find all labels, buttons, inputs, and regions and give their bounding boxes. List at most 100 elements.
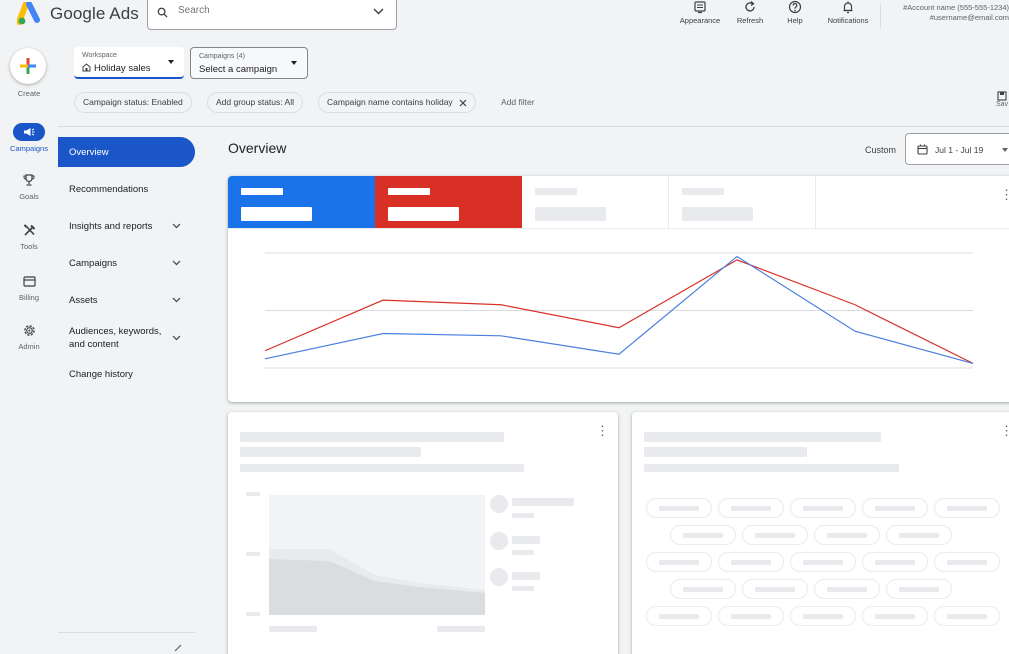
- chart-series-line-2: [264, 255, 974, 364]
- account-name: #Account name (555-555-1234): [903, 3, 1009, 12]
- skeleton-legend-dot: [490, 532, 508, 550]
- collapse-icon[interactable]: [173, 642, 183, 652]
- nav-label-overview: Overview: [69, 146, 109, 158]
- more-options-icon[interactable]: ⋮: [1000, 188, 1009, 201]
- nav-item-audiences[interactable]: Audiences, keywords, and content: [58, 321, 195, 355]
- refresh-icon: [745, 1, 755, 12]
- performance-line-chart: [264, 252, 974, 369]
- help-icon: [788, 0, 802, 14]
- rail-item-billing[interactable]: Billing: [0, 272, 58, 302]
- workspace-caption: Workspace: [82, 52, 117, 59]
- left-rail: Create Campaigns Goals Tools Billing Adm…: [0, 36, 58, 654]
- skeleton-legend-value: [512, 586, 534, 591]
- skeleton-pill: [646, 552, 712, 572]
- filter-chip-name[interactable]: Campaign name contains holiday: [318, 92, 476, 113]
- skeleton-pill: [862, 606, 928, 626]
- tools-icon: [23, 223, 35, 236]
- more-options-icon[interactable]: ⋮: [596, 424, 609, 437]
- skeleton-pill: [670, 579, 736, 599]
- more-options-icon[interactable]: ⋮: [1000, 424, 1009, 437]
- skeleton-line: [644, 464, 899, 472]
- skeleton-legend-dot: [490, 568, 508, 586]
- calendar-icon: [917, 144, 928, 155]
- keywords-placeholder-card: ⋮: [632, 412, 1009, 654]
- date-range-value: Jul 1 - Jul 19: [935, 145, 984, 155]
- skeleton-tick: [246, 612, 260, 616]
- notifications-label: Notifications: [827, 16, 869, 25]
- search-input[interactable]: [178, 5, 358, 16]
- megaphone-icon: [24, 128, 35, 136]
- chevron-down-icon: [172, 223, 181, 229]
- rail-item-tools[interactable]: Tools: [0, 221, 58, 251]
- skeleton-pill: [862, 552, 928, 572]
- nav-label-audiences-2: and content: [69, 339, 119, 350]
- skeleton-legend-dot: [490, 495, 508, 513]
- metric-tile-4-value-placeholder: [682, 207, 753, 221]
- account-divider: [880, 4, 881, 28]
- skeleton-area-chart: [269, 495, 485, 615]
- skeleton-pill: [670, 525, 736, 545]
- metric-tile-1[interactable]: [228, 176, 375, 228]
- refresh-button[interactable]: Refresh: [732, 0, 768, 34]
- filter-chip-status[interactable]: Campaign status: Enabled: [74, 92, 192, 113]
- nav-item-assets[interactable]: Assets: [58, 285, 195, 315]
- skeleton-pill: [790, 552, 856, 572]
- skeleton-subtitle: [240, 447, 421, 457]
- save-label: Sav: [996, 101, 1009, 108]
- skeleton-pill: [814, 579, 880, 599]
- skeleton-pill: [790, 606, 856, 626]
- skeleton-title: [240, 432, 504, 442]
- chevron-down-icon: [172, 297, 181, 303]
- metric-tile-1-placeholder: [241, 188, 283, 195]
- nav-item-recommendations[interactable]: Recommendations: [58, 174, 195, 204]
- billing-icon: [22, 275, 36, 287]
- refresh-label: Refresh: [736, 16, 764, 25]
- skeleton-pill: [742, 525, 808, 545]
- metric-tile-3[interactable]: [522, 176, 669, 228]
- bell-icon: [843, 1, 853, 14]
- skeleton-legend-value: [512, 550, 534, 555]
- nav-item-change-history[interactable]: Change history: [58, 359, 195, 389]
- save-button[interactable]: Sav: [996, 91, 1008, 108]
- add-filter-button[interactable]: Add filter: [501, 97, 535, 107]
- nav-item-insights[interactable]: Insights and reports: [58, 211, 195, 241]
- rail-item-admin[interactable]: Admin: [0, 321, 58, 351]
- close-icon[interactable]: [459, 99, 467, 107]
- nav-label-insights: Insights and reports: [69, 220, 153, 232]
- appearance-button[interactable]: Appearance: [676, 0, 724, 34]
- skeleton-pill: [718, 552, 784, 572]
- page-nav: Overview Recommendations Insights and re…: [58, 127, 208, 654]
- filter-chip-name-label: Campaign name contains holiday: [327, 97, 453, 107]
- workspace-selector[interactable]: Workspace Holiday sales: [74, 47, 184, 79]
- skeleton-pill: [886, 525, 952, 545]
- skeleton-tick: [246, 552, 260, 556]
- account-switcher[interactable]: #Account name (555-555-1234) #username@e…: [903, 3, 1009, 23]
- google-ads-logo-icon[interactable]: [17, 2, 43, 26]
- nav-item-overview[interactable]: Overview: [58, 137, 195, 167]
- skeleton-axis: [269, 626, 317, 632]
- metric-tile-3-value-placeholder: [535, 207, 606, 221]
- rail-item-campaigns[interactable]: Campaigns: [0, 123, 58, 153]
- campaigns-caption: Campaigns (4): [199, 53, 245, 60]
- appearance-icon: [694, 1, 706, 14]
- date-range-picker[interactable]: Jul 1 - Jul 19: [905, 133, 1009, 165]
- metric-tile-2[interactable]: [375, 176, 522, 228]
- metric-tile-4[interactable]: [669, 176, 816, 228]
- campaign-selector[interactable]: Campaigns (4) Select a campaign: [190, 47, 308, 79]
- create-button[interactable]: [10, 48, 46, 84]
- help-button[interactable]: Help: [781, 0, 809, 34]
- skeleton-pill: [934, 498, 1000, 518]
- save-icon: [997, 91, 1007, 101]
- appearance-label: Appearance: [679, 16, 721, 25]
- chevron-down-icon[interactable]: [373, 8, 384, 15]
- skeleton-line: [240, 464, 524, 472]
- rail-item-goals[interactable]: Goals: [0, 171, 58, 201]
- brand-name: Google Ads: [50, 4, 139, 23]
- skeleton-pill: [814, 525, 880, 545]
- metric-tile-4-placeholder: [682, 188, 724, 195]
- nav-item-campaigns[interactable]: Campaigns: [58, 248, 195, 278]
- notifications-button[interactable]: Notifications: [821, 0, 875, 34]
- create-label: Create: [17, 89, 41, 98]
- search-box[interactable]: [147, 0, 397, 30]
- filter-chip-ad-group[interactable]: Add group status: All: [207, 92, 303, 113]
